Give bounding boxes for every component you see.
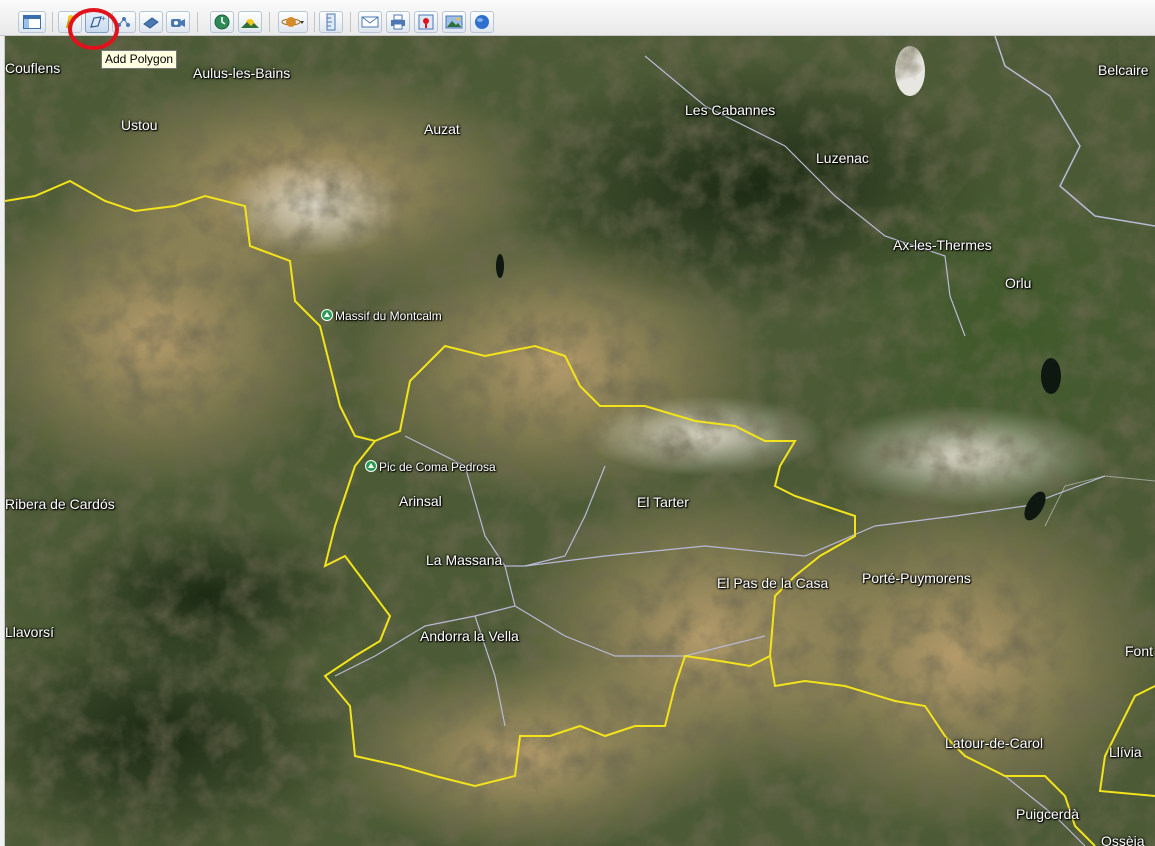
email-icon [361, 16, 379, 28]
toolbar-separator [314, 12, 315, 32]
email-button[interactable] [358, 11, 382, 33]
toolbar-separator [197, 12, 198, 32]
ruler-icon [326, 13, 336, 31]
map-label-ax-les-thermes: Ax-les-Thermes [893, 237, 992, 253]
map-label-la-massana: La Massana [426, 552, 503, 568]
mountain-peak-icon [365, 460, 377, 472]
map-label-font: Font [1125, 643, 1154, 659]
map-label-latour-de-carol: Latour-de-Carol [945, 735, 1044, 751]
map-label-luzenac: Luzenac [816, 150, 869, 166]
switch-planet-button[interactable] [278, 11, 308, 33]
earth-gallery-button[interactable] [470, 11, 494, 33]
map-label-andorra-la-vella: Andorra la Vella [420, 628, 519, 644]
toolbar-separator [52, 12, 53, 32]
historical-imagery-button[interactable] [210, 11, 234, 33]
highlight-circle [68, 8, 119, 50]
map-label-porte-puymorens: Porté-Puymorens [862, 570, 971, 586]
satellite-terrain [5, 36, 1155, 846]
map-label-el-pas-de-la-casa: El Pas de la Casa [717, 575, 829, 591]
maps-icon [418, 14, 434, 30]
save-image-icon [445, 15, 463, 29]
poi-massif-du-montcalm[interactable]: Massif du Montcalm [321, 309, 442, 323]
map-label-ribera-de-cardos: Ribera de Cardós [5, 496, 115, 512]
sunlight-button[interactable] [238, 11, 262, 33]
ruler-button[interactable] [319, 11, 343, 33]
globe-icon [475, 15, 489, 29]
map-label-auzat: Auzat [424, 121, 460, 137]
sidebar-icon [23, 15, 41, 29]
poi-label: Pic de Coma Pedrosa [379, 460, 496, 474]
poi-label: Massif du Montcalm [335, 309, 442, 323]
historical-clock-icon [214, 14, 230, 30]
save-image-button[interactable] [442, 11, 466, 33]
map-label-ustou: Ustou [121, 117, 158, 133]
map-label-belcaire: Belcaire [1098, 62, 1149, 78]
view-in-maps-button[interactable] [414, 11, 438, 33]
record-tour-icon [171, 19, 185, 27]
toolbar-separator [350, 12, 351, 32]
map-label-el-tarter: El Tarter [637, 494, 689, 510]
map-label-llivia: Llívia [1109, 744, 1142, 760]
map-label-arinsal: Arinsal [399, 493, 442, 509]
record-tour-button[interactable] [166, 11, 190, 33]
poi-pic-de-coma-pedrosa[interactable]: Pic de Coma Pedrosa [365, 460, 496, 474]
map-label-aulus-les-bains: Aulus-les-Bains [193, 65, 291, 81]
sunlight-icon [241, 19, 259, 28]
map-label-les-cabannes: Les Cabannes [685, 102, 776, 118]
add-image-overlay-button[interactable] [139, 11, 163, 33]
image-overlay-icon [143, 17, 159, 29]
map-label-orlu: Orlu [1005, 275, 1032, 291]
map-viewport[interactable]: Couflens Aulus-les-Bains Ustou Auzat Les… [5, 36, 1155, 846]
map-label-puigcerda: Puigcerdà [1016, 806, 1080, 822]
toolbar-separator [269, 12, 270, 32]
map-label-couflens: Couflens [5, 60, 61, 76]
mountain-peak-icon [321, 309, 333, 321]
sidebar-toggle-button[interactable] [18, 11, 46, 33]
toolbar: + [0, 0, 1155, 36]
print-icon [391, 14, 405, 30]
map-label-osseja: Ossèja [1101, 833, 1145, 846]
map-label-llavorsi: Llavorsí [5, 624, 55, 640]
print-button[interactable] [386, 11, 410, 33]
planet-icon [281, 17, 304, 27]
add-polygon-tooltip: Add Polygon [101, 50, 178, 69]
